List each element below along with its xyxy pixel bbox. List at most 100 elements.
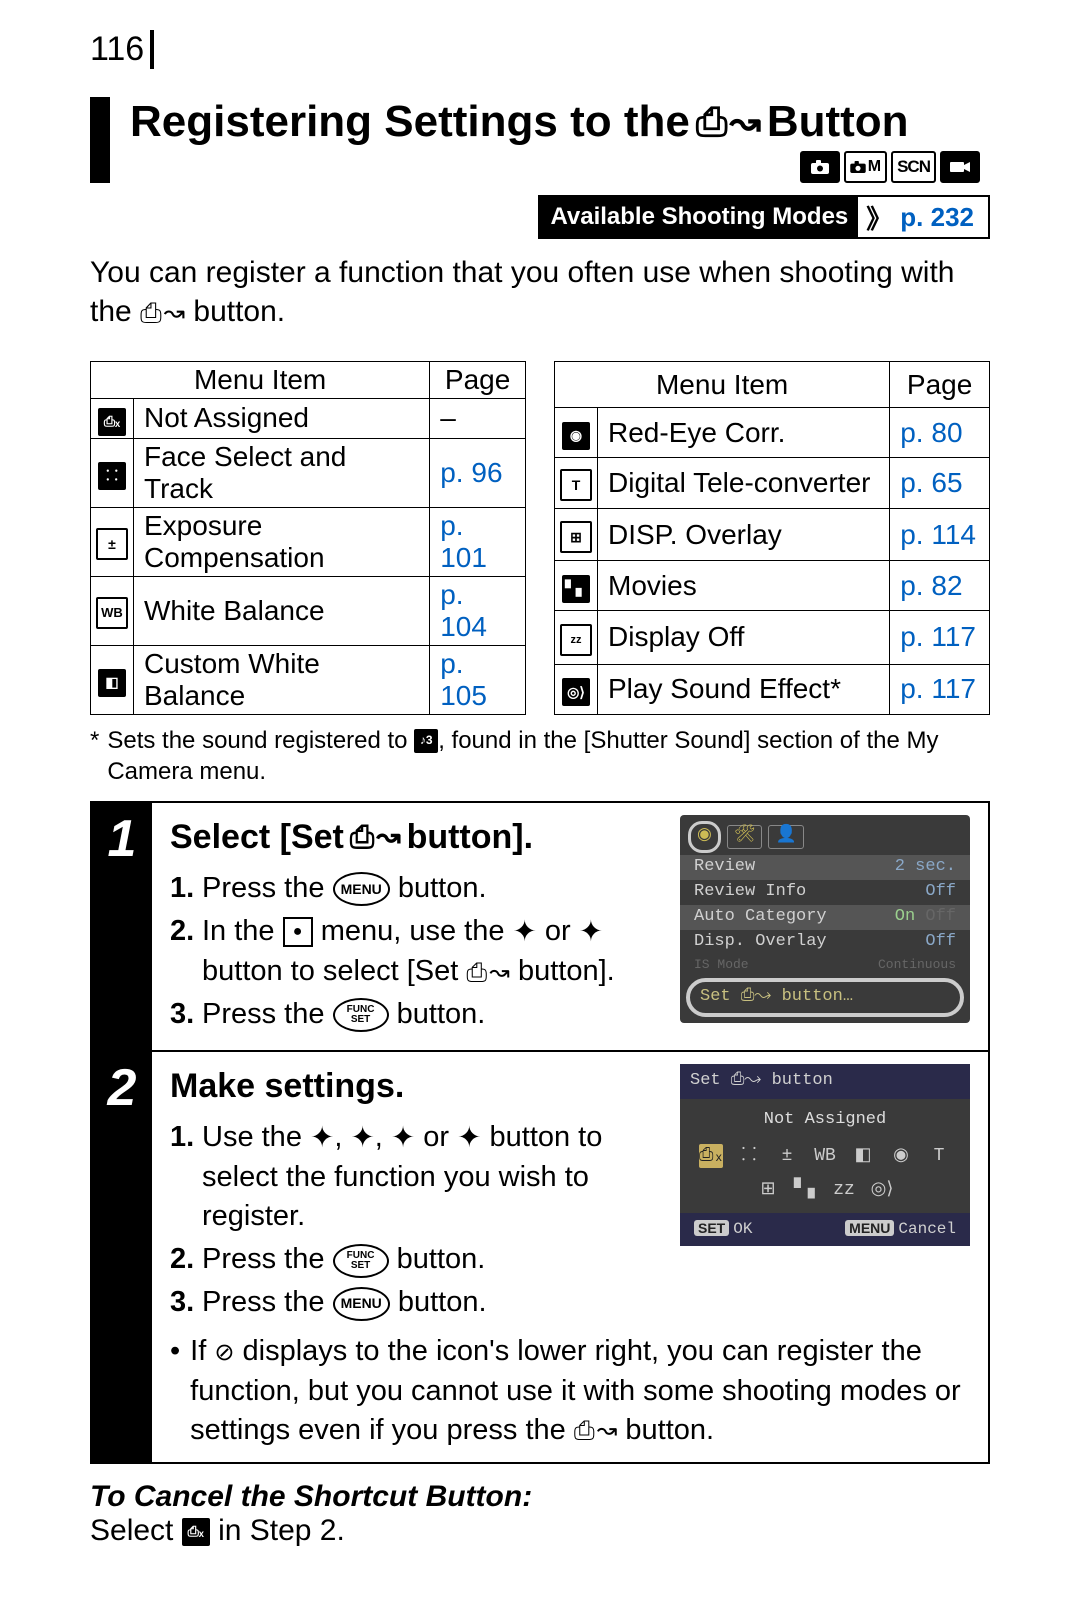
lcd-val: 2 sec. [895,856,956,879]
page-link[interactable]: p. 80 [900,417,962,448]
txt: If [190,1335,206,1367]
shortcut-button-icon: ⎙↝ [350,817,401,858]
th-page: Page [430,362,526,399]
grid-wb-icon: WB [813,1144,837,1168]
table-row: ⎙ₓ Not Assigned – [91,399,526,439]
mode-badge-scn: SCN [891,151,936,183]
step-2: 2 Make settings. 1. Use the ✦, ✦, [92,1050,988,1462]
grid-not-assigned-icon: ⎙ₓ [699,1144,723,1168]
txt: , [375,1121,383,1153]
lcd2-header: Set ⎙↝ button [680,1064,970,1099]
txt: Select [90,1514,173,1547]
lcd-val: Off [925,931,956,954]
intro-post: button. [193,295,285,328]
sub-num: 1. [170,869,196,908]
page-link[interactable]: p. 82 [900,570,962,601]
page-link[interactable]: p. 117 [900,621,976,652]
page-link[interactable]: p. 114 [900,519,976,550]
table-row: ◉ Red-Eye Corr. p. 80 [555,408,990,458]
display-off-icon: zz [560,624,592,656]
table-row: zz Display Off p. 117 [555,610,990,664]
not-assigned-icon: ⎙ₓ [98,408,126,436]
menu-button-icon: MENU [333,1287,390,1321]
grid-redeye-icon: ◉ [889,1144,913,1168]
page-link[interactable]: p. 96 [440,457,502,488]
sub-num: 2. [170,912,196,991]
shortcut-button-icon: ⎙↝ [140,296,185,331]
not-assigned-icon: ⎙ₓ [182,1518,210,1546]
left-arrow-icon: ✦ [391,1119,415,1158]
txt: button to select [Set [202,955,458,987]
cell-name: Custom White Balance [134,645,430,714]
table-row: ▘▖ Movies p. 82 [555,561,990,611]
lcd-label: Disp. Overlay [694,931,827,954]
step1-title-post: button]. [407,815,534,861]
txt: or [423,1121,449,1153]
mode-badge-auto-icon [800,151,840,183]
sub-num: 1. [170,1118,196,1236]
lcd-preview-1: ◉ 🛠 👤 Review2 sec. Review InfoOff Auto C… [680,815,970,1023]
exposure-icon: ± [96,528,128,560]
lcd2-set-btn: SET [694,1220,729,1236]
lcd-label: Review Info [694,881,806,904]
table-row: ◎⟩ Play Sound Effect* p. 117 [555,664,990,714]
cell-name: Exposure Compensation [134,507,430,576]
grid-exposure-icon: ± [775,1144,799,1168]
face-track-icon: ⸬ [98,462,126,490]
shortcut-button-icon: ⎙↝ [696,100,761,145]
cell-name: Face Select and Track [134,438,430,507]
txt: Press the [202,1286,325,1318]
lcd2-icon-grid: ⎙ₓ ⸬ ± WB ◧ ◉ T ⊞ ▘▖ zz ◎⟩ [680,1140,970,1213]
page-link[interactable]: p. 117 [900,673,976,704]
cell-name: Play Sound Effect* [598,664,890,714]
txt: in Step 2. [218,1514,345,1547]
page-link[interactable]: p. 65 [900,467,962,498]
down-arrow-icon: ✦ [579,913,603,952]
txt: , [334,1121,342,1153]
movie-icon: ▘▖ [562,575,590,603]
func-set-button-icon: FUNC SET [333,1244,389,1278]
table-row: ◧ Custom White Balance p. 105 [91,645,526,714]
footnote-mark: * [90,725,99,787]
func-set-button-icon: FUNC SET [333,998,389,1032]
grid-dispoff-icon: zz [832,1178,856,1202]
lcd-label: Auto Category [694,906,827,929]
menu-table-right: Menu Item Page ◉ Red-Eye Corr. p. 80 T D… [554,361,990,715]
redeye-icon: ◉ [562,422,590,450]
section-title: Registering Settings to the ⎙↝ Button M … [90,97,990,183]
lcd-label: IS Mode [694,956,749,974]
lcd2-ok: OK [733,1220,752,1238]
footnote: * Sets the sound registered to ♪3, found… [90,725,990,787]
step2-title: Make settings. [170,1064,664,1110]
lcd-tab-user-icon: 👤 [768,825,803,849]
title-text-pre: Registering Settings to the [130,97,690,147]
cell-name: Display Off [598,610,890,664]
available-modes-link[interactable]: Available Shooting Modes 》 p. 232 [538,195,990,239]
lcd2-center: Not Assigned [680,1099,970,1140]
grid-overlay-icon: ⊞ [756,1178,780,1202]
overlay-icon: ⊞ [560,521,592,553]
th-menu-item: Menu Item [555,362,890,408]
page-link[interactable]: p. 104 [440,579,487,642]
menu-table-left: Menu Item Page ⎙ₓ Not Assigned – ⸬ Face … [90,361,526,715]
lcd2-cancel: Cancel [898,1220,956,1238]
sound-icon: ◎⟩ [562,678,590,706]
sub-num: 3. [170,995,196,1034]
cell-name: DISP. Overlay [598,509,890,561]
intro-paragraph: You can register a function that you oft… [90,253,990,331]
func-bot: SET [351,1261,370,1271]
table-row: ⊞ DISP. Overlay p. 114 [555,509,990,561]
lcd-val: Continuous [878,956,956,974]
cancel-heading: To Cancel the Shortcut Button: [90,1480,990,1514]
txt: menu, use the [321,915,505,947]
th-menu-item: Menu Item [91,362,430,399]
lcd2-menu-btn: MENU [845,1220,894,1236]
page-link[interactable]: p. 105 [440,648,487,711]
lcd-preview-2: Set ⎙↝ button Not Assigned ⎙ₓ ⸬ ± WB ◧ ◉… [680,1064,970,1246]
footnote-pre: Sets the sound registered to [107,727,407,754]
title-text-post: Button [767,97,909,147]
camera-menu-icon: ● [283,917,313,947]
wb-icon: WB [96,597,128,629]
step1-title-pre: Select [Set [170,815,344,861]
page-link[interactable]: p. 101 [440,510,487,573]
